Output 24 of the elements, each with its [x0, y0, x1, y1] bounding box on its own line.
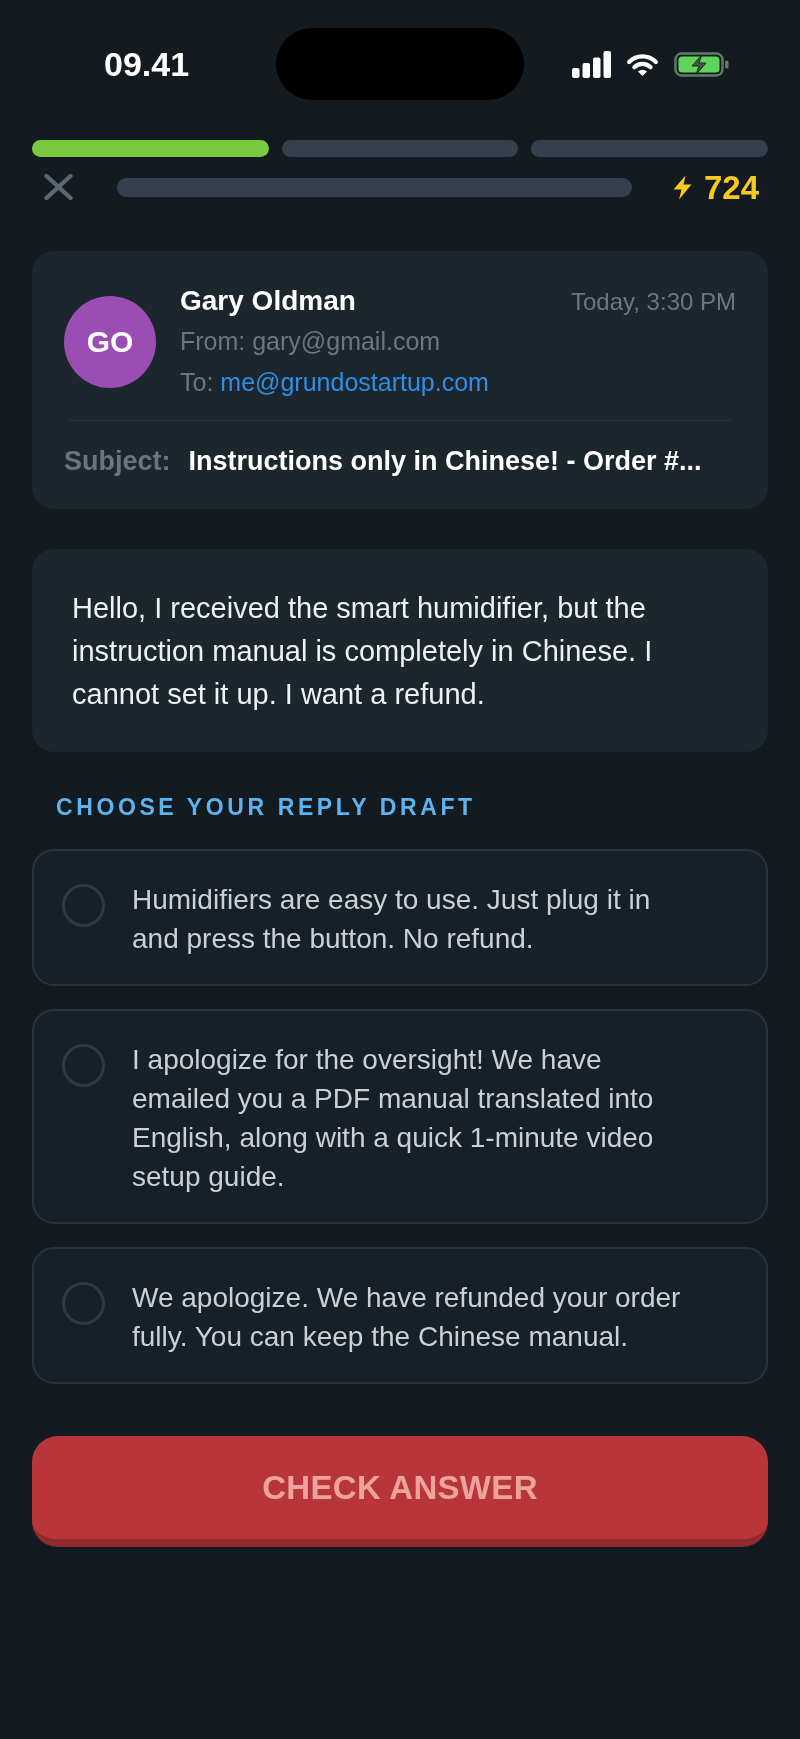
reply-option[interactable]: I apologize for the oversight! We have emailed you a PDF manual translated into English, along with a quick 1-minute video setup guide. — [32, 1009, 768, 1224]
radio-button[interactable] — [62, 1044, 105, 1087]
battery-charging-icon — [674, 51, 730, 77]
reply-option[interactable]: We apologize. We have refunded your order fully. You can keep the Chinese manual. — [32, 1247, 768, 1384]
reply-option[interactable]: Humidifiers are easy to use. Just plug it in and press the button. No refund. — [32, 849, 768, 986]
recipient-email-link[interactable]: me@grundostartup.com — [220, 362, 489, 403]
lightning-icon — [671, 174, 693, 200]
sender-address: From: gary@gmail.com — [180, 326, 442, 357]
email-time: Today, 3:30 PM — [571, 287, 736, 317]
subject-label: Subject: — [64, 445, 171, 478]
wifi-icon — [626, 51, 659, 77]
radio-button[interactable] — [62, 1282, 105, 1325]
signal-icon — [572, 50, 611, 78]
recipient-label: To: — [180, 367, 214, 398]
message-text: Hello, I received the smart humidifier, but the instruction manual is completely in Chinese. I cannot set it up. I want a refund. — [72, 591, 654, 712]
close-button[interactable] — [43, 173, 74, 201]
subject-text: Instructions only in Chinese! - Order #... — [188, 445, 702, 478]
sender-name: Gary Oldman — [180, 284, 356, 318]
sender-avatar: GO — [64, 296, 156, 388]
points-count: 724 — [703, 170, 759, 204]
close-icon — [43, 173, 74, 201]
status-bar-time: 09.41 — [104, 47, 190, 81]
section-heading: CHOOSE YOUR REPLY DRAFT — [56, 793, 476, 821]
radio-button[interactable] — [62, 884, 105, 927]
